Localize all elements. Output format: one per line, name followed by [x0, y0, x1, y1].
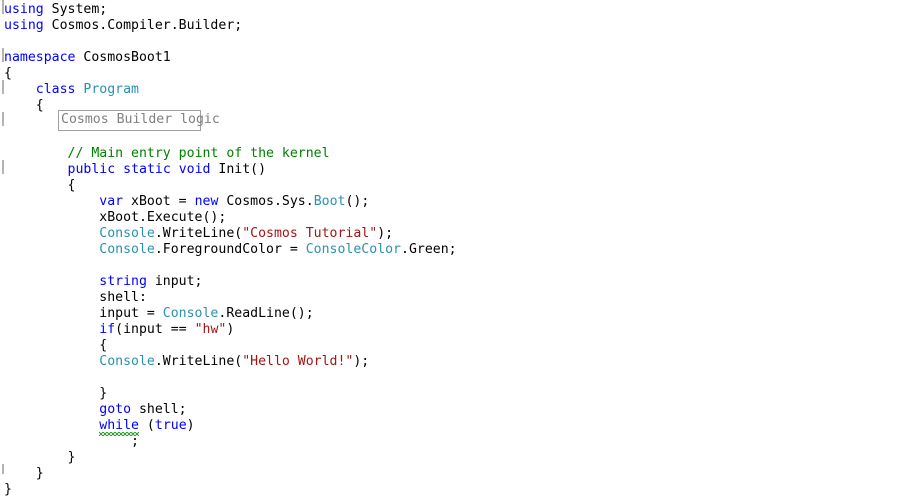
code-token: ); [377, 226, 394, 241]
code-token: { [4, 66, 12, 81]
code-line: xBoot.Execute(); [4, 210, 226, 226]
code-token: { [4, 338, 108, 353]
code-token: { [4, 178, 76, 193]
code-token: .ForegroundColor = [154, 242, 306, 257]
code-token: input = [4, 306, 163, 321]
code-token: .WriteLine( [154, 354, 243, 369]
code-token: Program [83, 82, 139, 97]
code-token: Console [99, 354, 155, 369]
code-token: Console [99, 226, 155, 241]
code-line: using Cosmos.Compiler.Builder; [4, 18, 242, 34]
code-line: class Program [4, 82, 139, 98]
code-line: Console.WriteLine("Hello World!"); [4, 354, 369, 370]
collapsed-region-placeholder[interactable]: Cosmos Builder logic [58, 110, 220, 131]
code-line: input = Console.ReadLine(); [4, 306, 314, 322]
code-line: using System; [4, 2, 107, 18]
code-line: } [4, 466, 44, 482]
code-token: .Green; [401, 242, 457, 257]
code-line: if(input == "hw") [4, 322, 234, 338]
code-line: while (true) [4, 418, 195, 436]
code-token: shell; [131, 402, 187, 417]
code-token: using [4, 2, 44, 17]
code-token: CosmosBoot1 [75, 50, 171, 65]
code-editor[interactable]: using System; using Cosmos.Compiler.Build… [0, 0, 901, 501]
code-token: using [4, 18, 44, 33]
code-token: var [99, 194, 124, 209]
code-line: { [4, 66, 12, 82]
code-token: if [99, 322, 116, 337]
code-line: // Main entry point of the kernel [4, 146, 330, 162]
code-token: goto [99, 402, 132, 417]
code-token: // Main entry point of the kernel [67, 146, 330, 161]
code-token: Cosmos.Sys. [218, 194, 314, 209]
code-token: } [4, 386, 108, 401]
code-line: { [4, 178, 76, 194]
code-token: (input == [115, 322, 195, 337]
code-token: input; [146, 274, 203, 289]
code-token: ; [4, 434, 139, 449]
code-token: Console [162, 306, 219, 321]
code-line: public static void Init() [4, 162, 267, 178]
code-token: } [4, 450, 76, 465]
code-token: public [67, 162, 116, 177]
code-line: } [4, 450, 76, 466]
code-token: .ReadLine(); [218, 306, 314, 321]
code-token: Cosmos.Compiler.Builder; [43, 18, 243, 33]
code-line: string input; [4, 274, 203, 290]
code-token: ) [186, 418, 195, 433]
code-line: ; [4, 434, 139, 450]
code-token: "hw" [194, 322, 227, 337]
code-token: xBoot.Execute(); [4, 210, 227, 225]
code-token: ); [353, 354, 370, 369]
code-token: true [154, 418, 187, 433]
code-token: namespace [4, 50, 76, 65]
code-token: } [4, 482, 12, 497]
code-token: static [123, 162, 171, 177]
code-line: { [4, 338, 107, 354]
code-token: xBoot = [123, 194, 195, 209]
code-token: void [178, 162, 211, 177]
code-token: Init() [210, 162, 267, 177]
code-token: "Cosmos Tutorial" [242, 226, 378, 241]
code-line: namespace CosmosBoot1 [4, 50, 171, 66]
code-line: goto shell; [4, 402, 187, 418]
code-token: "Hello World!" [242, 354, 354, 369]
code-token: { [4, 98, 44, 113]
code-token: System; [43, 2, 108, 17]
code-line: var xBoot = new Cosmos.Sys.Boot(); [4, 194, 369, 210]
code-line: { [4, 98, 44, 114]
code-token: ConsoleColor [305, 242, 401, 257]
code-token: string [99, 274, 147, 289]
code-token: (); [345, 194, 370, 209]
code-token: ) [226, 322, 235, 337]
code-line: shell: [4, 290, 147, 306]
code-token: .WriteLine( [154, 226, 243, 241]
code-line: Console.ForegroundColor = ConsoleColor.G… [4, 242, 457, 258]
code-token: class [35, 82, 76, 97]
code-token: Console [99, 242, 155, 257]
code-line: } [4, 482, 12, 498]
code-token: } [4, 466, 44, 481]
code-token: ( [138, 418, 155, 433]
warning-token: while [99, 418, 139, 436]
code-token: Boot [313, 194, 346, 209]
code-line: } [4, 386, 107, 402]
code-token: new [194, 194, 219, 209]
code-token: shell: [4, 290, 147, 305]
code-line: Console.WriteLine("Cosmos Tutorial"); [4, 226, 393, 242]
code-text-area[interactable]: using System; using Cosmos.Compiler.Build… [0, 0, 901, 501]
